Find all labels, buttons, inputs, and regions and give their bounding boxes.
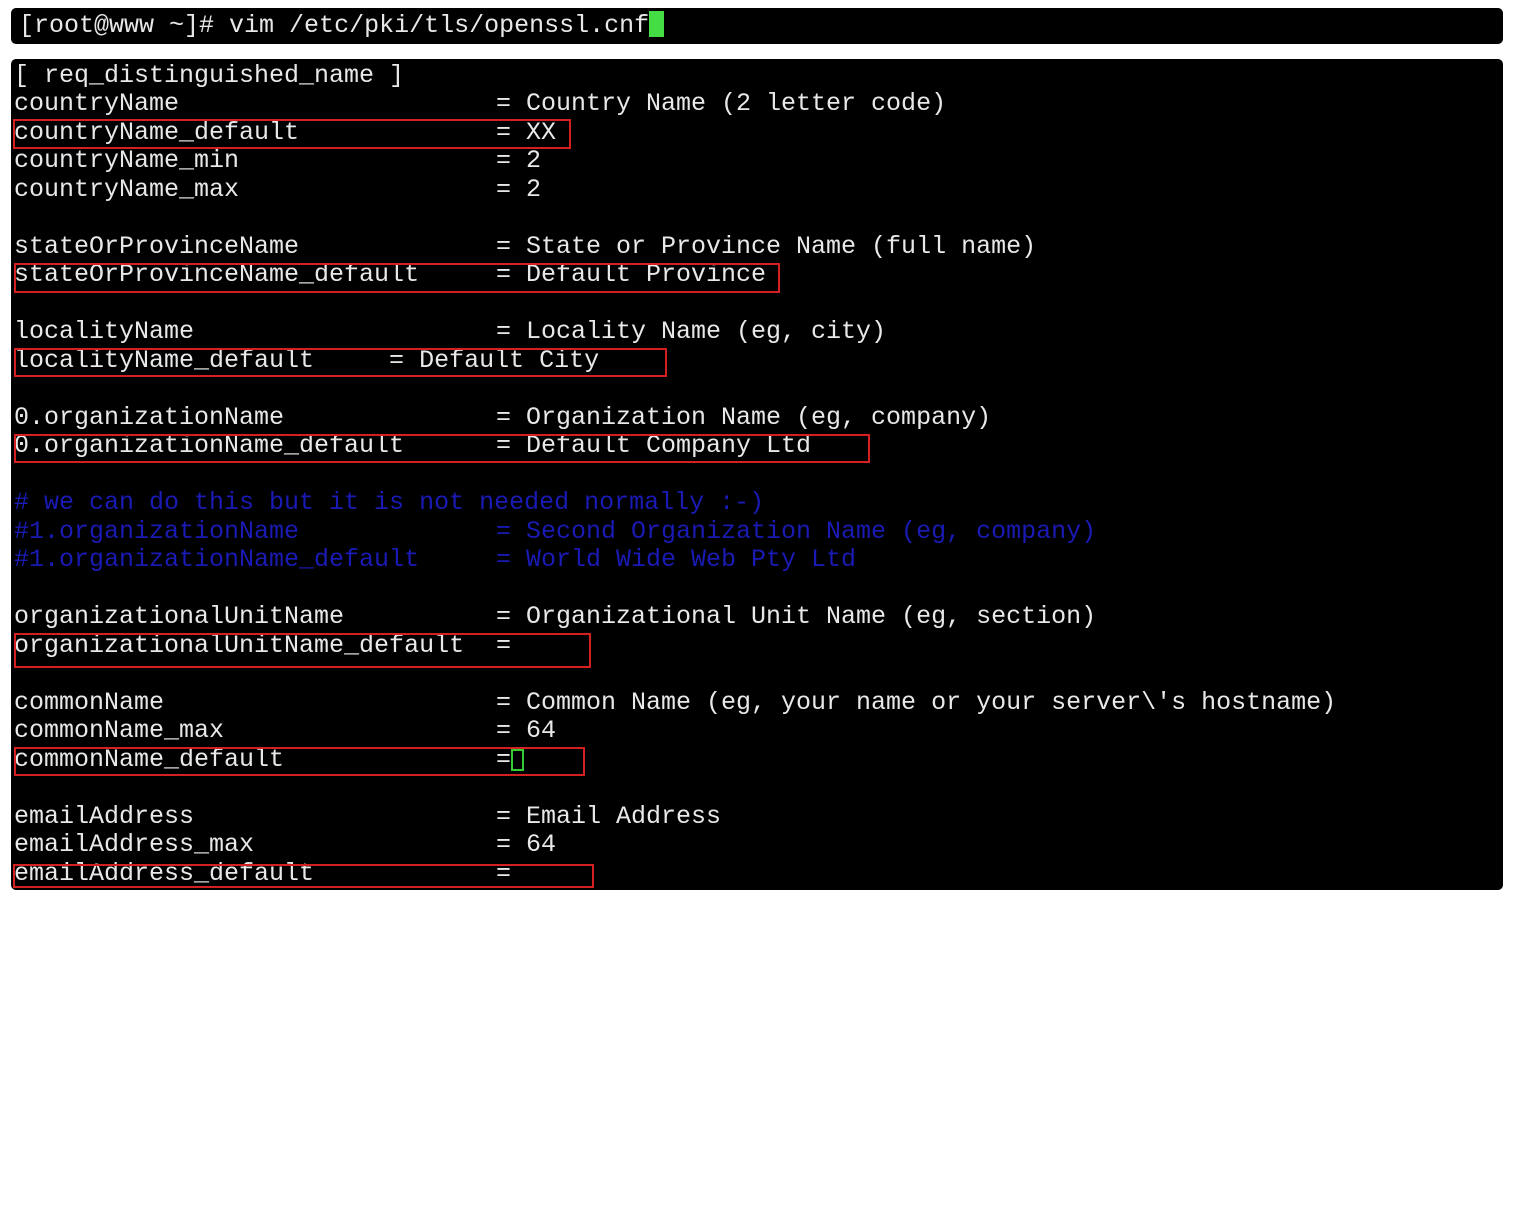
line-key: #1.organizationName_default xyxy=(14,545,420,574)
line-key: countryName_max xyxy=(14,175,240,204)
terminal-cursor xyxy=(649,11,665,37)
highlight-box-countryname-default xyxy=(13,119,571,149)
line-key: 0.organizationName xyxy=(14,403,285,432)
line-equals: = xyxy=(496,802,512,831)
highlight-box-organizationname-default xyxy=(14,434,870,463)
shell-prompt: [root@www ~]# xyxy=(19,11,230,40)
line-equals: = xyxy=(496,317,512,346)
editor-line: stateOrProvinceName = State or Province Na… xyxy=(14,232,1036,261)
shell-command-line[interactable]: [root@www ~]# vim /etc/pki/tls/openssl.c… xyxy=(19,11,665,40)
line-value: State or Province Name (full name) xyxy=(526,232,1037,261)
line-key: organizationalUnitName xyxy=(14,602,345,631)
line-equals: = xyxy=(496,545,512,574)
line-value: Organization Name (eg, company) xyxy=(526,403,992,432)
line-value: Common Name (eg, your name or your serve… xyxy=(526,688,1337,717)
comment-line: # we can do this but it is not needed no… xyxy=(14,489,764,517)
line-equals: = xyxy=(496,688,512,717)
editor-line: emailAddress = Email Address xyxy=(14,802,721,831)
editor-line: localityName = Locality Name (eg, city) xyxy=(14,317,886,346)
comment-line: #1.organizationName_default = World Wide W… xyxy=(14,545,856,574)
highlight-box-emailaddress-default xyxy=(13,864,594,888)
line-equals: = xyxy=(496,89,512,118)
comment-line: #1.organizationName = Second Organization … xyxy=(14,517,1096,546)
line-key: commonName xyxy=(14,688,165,717)
line-key: stateOrProvinceName xyxy=(14,232,300,261)
line-equals: = xyxy=(496,175,512,204)
line-value: 64 xyxy=(526,716,557,745)
line-key: emailAddress_max xyxy=(14,830,255,859)
line-value: Second Organization Name (eg, company) xyxy=(526,517,1097,546)
line-value: Country Name (2 letter code) xyxy=(526,89,947,118)
shell-command: vim /etc/pki/tls/openssl.cnf xyxy=(229,11,650,40)
line-key: #1.organizationName xyxy=(14,517,300,546)
line-key: countryName_min xyxy=(14,146,240,175)
line-value: Locality Name (eg, city) xyxy=(526,317,887,346)
editor-line: 0.organizationName = Organization Name (eg… xyxy=(14,403,991,432)
vim-editor-terminal[interactable]: [ req_distinguished_name ] countryName = C… xyxy=(11,59,1503,890)
editor-line: emailAddress_max = 64 xyxy=(14,830,556,859)
line-value: 2 xyxy=(526,146,542,175)
editor-line: countryName = Country Name (2 letter code) xyxy=(14,89,946,118)
editor-line: commonName = Common Name (eg, your name or… xyxy=(14,688,1336,717)
line-key: commonName_max xyxy=(14,716,225,745)
line-key: emailAddress xyxy=(14,802,195,831)
line-equals: = xyxy=(496,232,512,261)
line-key: localityName xyxy=(14,317,195,346)
shell-prompt-terminal[interactable]: [root@www ~]# vim /etc/pki/tls/openssl.c… xyxy=(11,8,1503,44)
highlight-box-organizationalunitname-default xyxy=(14,633,591,668)
line-equals: = xyxy=(496,830,512,859)
editor-line: countryName_max = 2 xyxy=(14,175,541,204)
line-value: 2 xyxy=(526,175,542,204)
line-equals: = xyxy=(496,602,512,631)
editor-line: countryName_min = 2 xyxy=(14,146,541,175)
line-equals: = xyxy=(496,146,512,175)
line-value: Email Address xyxy=(526,802,722,831)
line-key: countryName xyxy=(14,89,180,118)
line-key: # we can do this but it is not needed no… xyxy=(14,488,765,517)
editor-line: organizationalUnitName = Organizational Un… xyxy=(14,602,1096,631)
editor-line: commonName_max = 64 xyxy=(14,716,556,745)
editor-line: [ req_distinguished_name ] xyxy=(14,62,404,90)
line-value: 64 xyxy=(526,830,557,859)
highlight-box-localityname-default xyxy=(14,348,667,377)
line-equals: = xyxy=(496,517,512,546)
highlight-box-commonname-default xyxy=(14,747,585,776)
line-equals: = xyxy=(496,716,512,745)
line-key: [ req_distinguished_name ] xyxy=(14,61,405,90)
line-value: Organizational Unit Name (eg, section) xyxy=(526,602,1097,631)
highlight-box-stateorprovince-default xyxy=(14,263,780,293)
line-value: World Wide Web Pty Ltd xyxy=(526,545,857,574)
line-equals: = xyxy=(496,403,512,432)
